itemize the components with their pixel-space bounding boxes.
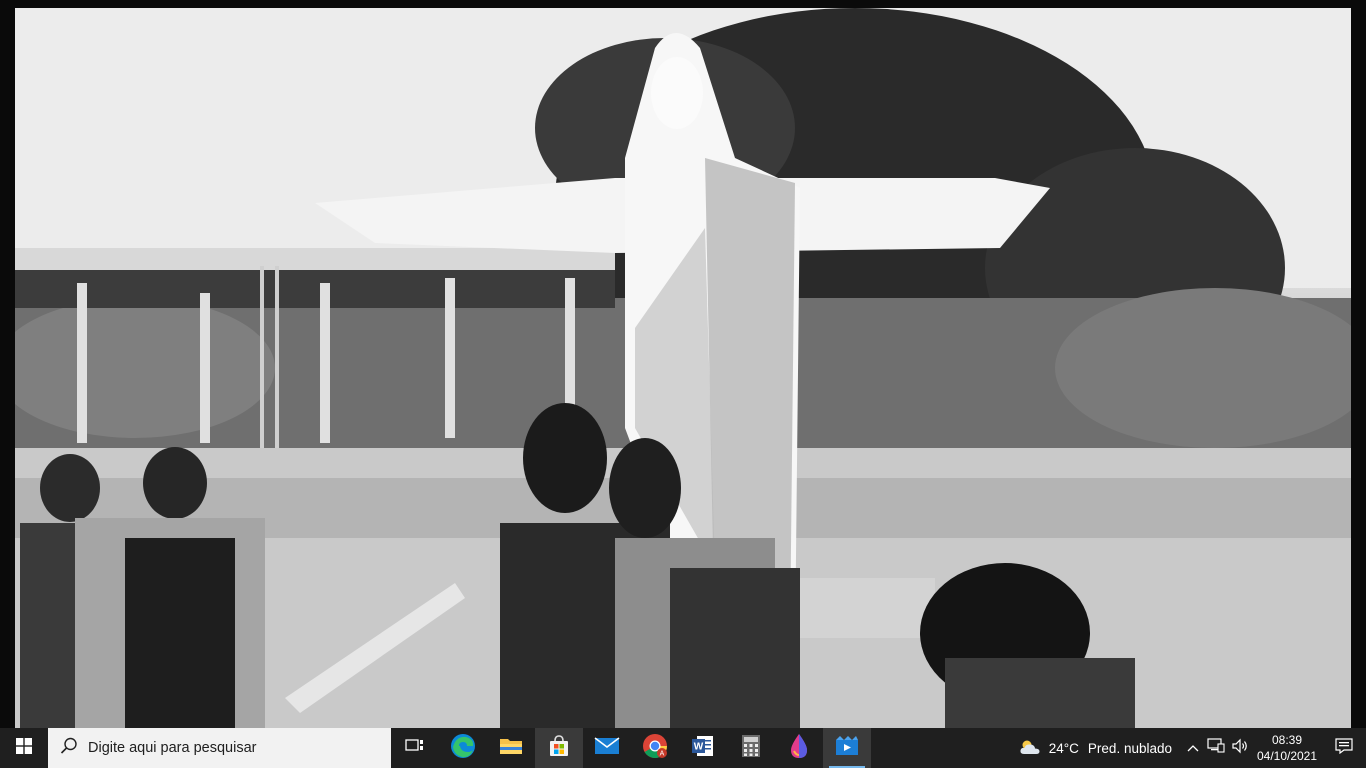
clock-date: 04/10/2021 xyxy=(1256,749,1318,763)
chevron-up-icon xyxy=(1187,739,1199,757)
media-viewer[interactable] xyxy=(0,0,1366,728)
video-frame xyxy=(15,8,1351,728)
mail-icon xyxy=(594,736,620,760)
taskbar-app-file-explorer[interactable] xyxy=(487,728,535,768)
svg-text:W: W xyxy=(694,742,704,753)
network-icon xyxy=(1207,737,1225,759)
network-button[interactable] xyxy=(1204,728,1228,768)
taskbar-app-edge[interactable] xyxy=(439,728,487,768)
notification-center-button[interactable] xyxy=(1322,728,1366,768)
chrome-icon: A xyxy=(642,733,668,763)
clock-time: 08:39 xyxy=(1271,733,1303,747)
calculator-icon xyxy=(741,734,761,762)
taskbar-app-paint3d[interactable] xyxy=(775,728,823,768)
search-box[interactable]: Digite aqui para pesquisar xyxy=(48,728,391,768)
notification-icon xyxy=(1335,737,1353,759)
statue-scene-image xyxy=(15,8,1351,728)
show-hidden-icons-button[interactable] xyxy=(1182,728,1204,768)
cloudy-weather-icon xyxy=(1019,739,1041,758)
movies-tv-icon xyxy=(834,735,860,761)
taskbar-app-word[interactable]: W xyxy=(679,728,727,768)
search-icon xyxy=(60,737,78,759)
folder-icon xyxy=(499,736,523,760)
taskbar-app-mail[interactable] xyxy=(583,728,631,768)
start-button[interactable] xyxy=(0,728,48,768)
weather-temperature: 24°C xyxy=(1048,740,1079,756)
edge-icon xyxy=(450,733,476,763)
taskbar-app-calculator[interactable] xyxy=(727,728,775,768)
volume-button[interactable] xyxy=(1228,728,1252,768)
svg-text:A: A xyxy=(660,751,665,758)
store-bag-icon xyxy=(547,734,571,762)
taskbar-app-chrome[interactable]: A xyxy=(631,728,679,768)
word-icon: W xyxy=(691,734,715,762)
speaker-icon xyxy=(1231,738,1249,759)
task-view-icon xyxy=(405,738,425,758)
paint-drop-icon xyxy=(788,733,810,763)
search-placeholder: Digite aqui para pesquisar xyxy=(88,740,257,756)
windows-logo-icon xyxy=(16,738,32,758)
system-tray: 24°C Pred. nublado 08:39 04/10/2021 xyxy=(1013,728,1366,768)
taskbar: Digite aqui para pesquisar A W 24°C Pred… xyxy=(0,728,1366,768)
weather-description: Pred. nublado xyxy=(1087,740,1172,756)
task-view-button[interactable] xyxy=(391,728,439,768)
weather-widget[interactable]: 24°C Pred. nublado xyxy=(1013,728,1182,768)
taskbar-app-video-player[interactable] xyxy=(823,728,871,768)
clock[interactable]: 08:39 04/10/2021 xyxy=(1252,728,1322,768)
taskbar-app-store[interactable] xyxy=(535,728,583,768)
